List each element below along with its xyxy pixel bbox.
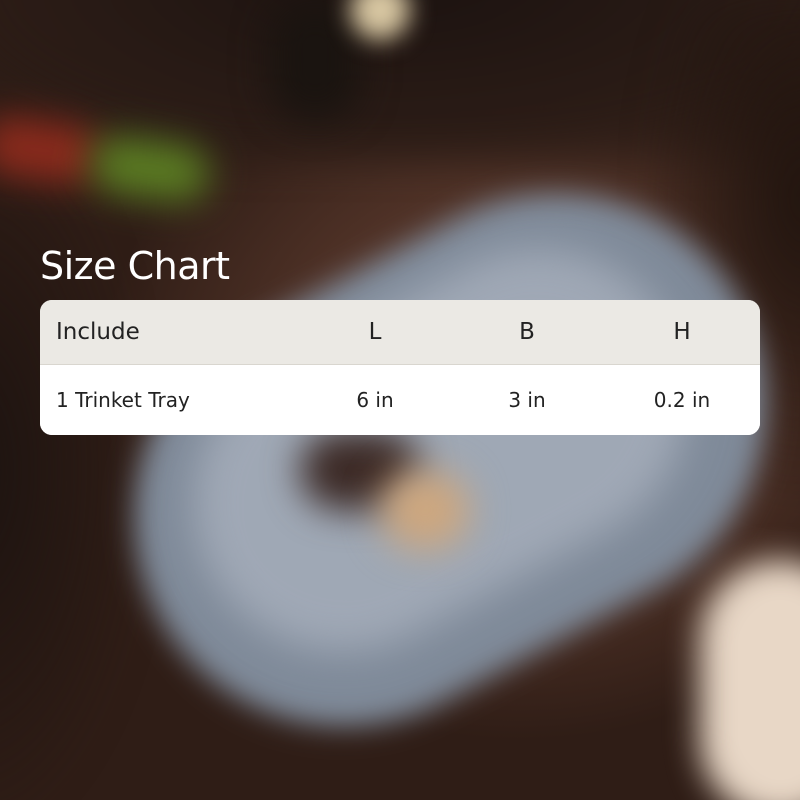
background-dark-object (270, 0, 360, 120)
row-length: 6 in (356, 388, 394, 412)
background-light-ornament (380, 470, 470, 550)
background-shadow-left (0, 120, 140, 800)
size-chart-table: Include L B H 1 Trinket Tray 6 in 3 in 0… (40, 300, 760, 435)
header-length: L (368, 319, 382, 345)
row-height: 0.2 in (653, 388, 711, 412)
header-height: H (673, 319, 691, 345)
row-include: 1 Trinket Tray (56, 388, 190, 412)
header-include: Include (56, 319, 140, 345)
background-white-cup (700, 560, 800, 800)
table-header-row: Include L B H (40, 300, 760, 365)
row-breadth: 3 in (508, 388, 546, 412)
size-chart-title: Size Chart (40, 244, 230, 288)
table-row: 1 Trinket Tray 6 in 3 in 0.2 in (40, 365, 760, 435)
header-breadth: B (519, 319, 535, 345)
